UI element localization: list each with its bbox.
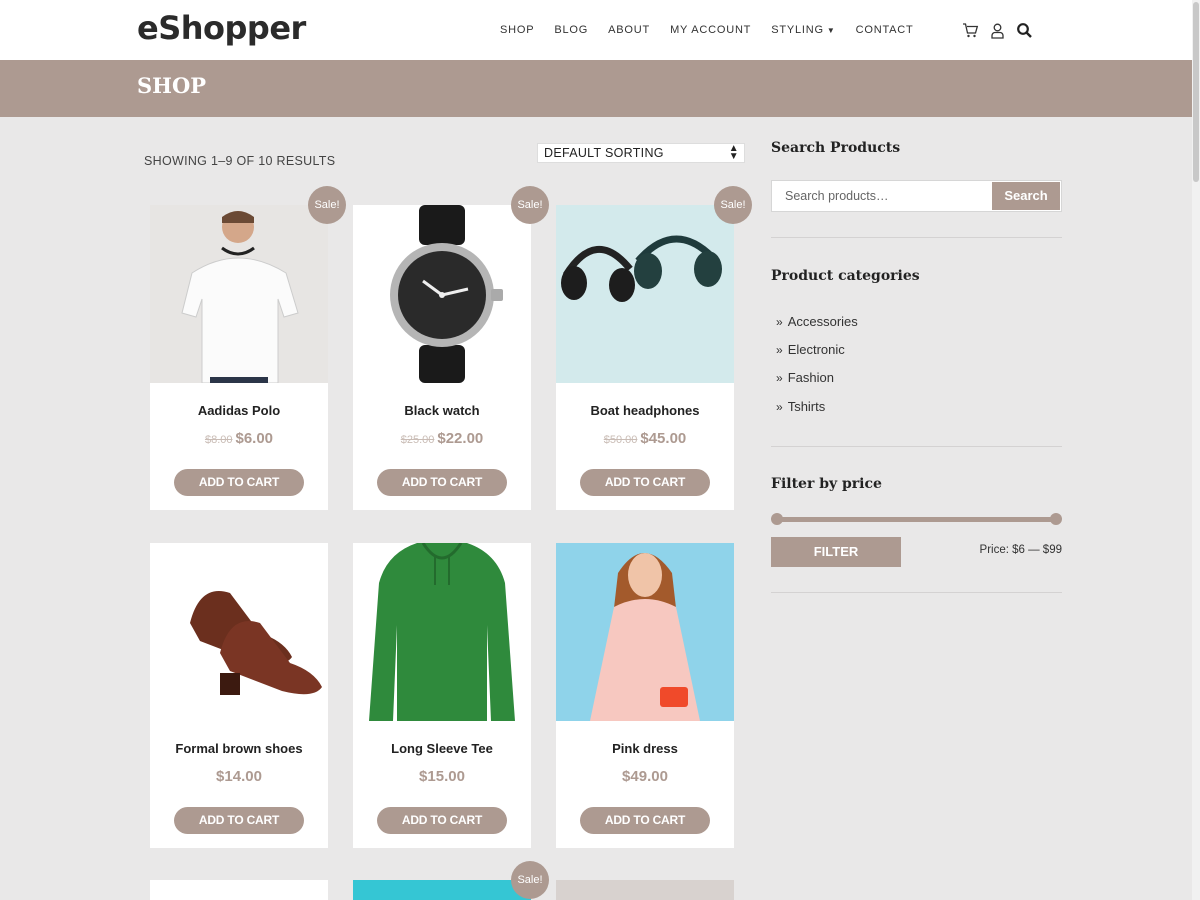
category-label: Tshirts	[787, 399, 826, 414]
sale-badge: Sale!	[511, 861, 549, 899]
price-slider-min-handle[interactable]	[771, 513, 783, 525]
price-slider-max-handle[interactable]	[1050, 513, 1062, 525]
product-price: $14.00	[150, 768, 328, 785]
nav-shop[interactable]: SHOP	[500, 24, 534, 36]
product-price: $8.00 $6.00	[150, 430, 328, 447]
old-price: $25.00	[400, 434, 435, 446]
product-name[interactable]: Pink dress	[556, 741, 734, 756]
add-to-cart-button[interactable]: ADD TO CART	[377, 807, 507, 834]
product-card[interactable]: Aadidas Polo $8.00 $6.00 ADD TO CART	[150, 205, 328, 510]
page-title: SHOP	[137, 73, 207, 98]
product-image[interactable]	[150, 205, 328, 383]
product-image[interactable]	[353, 205, 531, 383]
add-to-cart-button[interactable]: ADD TO CART	[174, 469, 304, 496]
old-price: $8.00	[204, 434, 233, 446]
add-to-cart-button[interactable]: ADD TO CART	[377, 469, 507, 496]
price-slider-track[interactable]	[777, 517, 1055, 522]
search-products-heading: Search Products	[771, 140, 901, 156]
product-name[interactable]: Long Sleeve Tee	[353, 741, 531, 756]
product-name[interactable]: Black watch	[353, 403, 531, 418]
product-image[interactable]	[150, 543, 328, 721]
user-icon[interactable]	[989, 22, 1006, 39]
header-icons	[962, 22, 1033, 39]
chevron-right-icon: »	[776, 315, 783, 329]
sale-badge: Sale!	[308, 186, 346, 224]
nav-my-account[interactable]: MY ACCOUNT	[670, 24, 751, 36]
current-price: $15.00	[419, 768, 465, 785]
product-card[interactable]: Pink dress $49.00 ADD TO CART	[556, 543, 734, 848]
product-categories-heading: Product categories	[771, 268, 920, 284]
current-price: $45.00	[640, 430, 687, 447]
product-card[interactable]	[556, 880, 734, 900]
product-price: $25.00 $22.00	[353, 430, 531, 447]
select-arrows-icon: ▲ ▼	[728, 143, 739, 162]
divider	[771, 237, 1062, 238]
category-label: Accessories	[787, 314, 858, 329]
nav-blog[interactable]: BLOG	[554, 24, 588, 36]
add-to-cart-button[interactable]: ADD TO CART	[580, 807, 710, 834]
product-price: $49.00	[556, 768, 734, 785]
search-icon[interactable]	[1016, 22, 1033, 39]
nav-styling-label: STYLING	[771, 24, 824, 36]
chevron-right-icon: »	[776, 343, 783, 357]
page-title-band: SHOP	[0, 60, 1200, 117]
category-label: Fashion	[787, 370, 834, 385]
current-price: $14.00	[216, 768, 262, 785]
search-input[interactable]: Search products…	[785, 189, 889, 203]
product-card[interactable]: Black watch $25.00 $22.00 ADD TO CART	[353, 205, 531, 510]
caret-down-icon: ▼	[826, 26, 836, 35]
current-price: $6.00	[235, 430, 274, 447]
sale-badge: Sale!	[714, 186, 752, 224]
site-logo[interactable]: eShopper	[137, 9, 306, 47]
add-to-cart-button[interactable]: ADD TO CART	[580, 469, 710, 496]
results-count: SHOWING 1–9 OF 10 RESULTS	[144, 154, 336, 168]
category-fashion[interactable]: » Fashion	[776, 370, 834, 385]
filter-button[interactable]: FILTER	[771, 537, 901, 567]
search-button[interactable]: Search	[992, 182, 1060, 210]
product-name[interactable]: Aadidas Polo	[150, 403, 328, 418]
sale-badge: Sale!	[511, 186, 549, 224]
price-range-label: Price: $6 — $99	[979, 544, 1062, 556]
product-image[interactable]	[556, 543, 734, 721]
chevron-right-icon: »	[776, 400, 783, 414]
filter-by-price-heading: Filter by price	[771, 476, 882, 492]
sorting-select[interactable]: DEFAULT SORTING ▲ ▼	[537, 143, 745, 163]
product-card[interactable]	[353, 880, 531, 900]
product-image[interactable]	[556, 205, 734, 383]
search-products-form: Search products… Search	[771, 180, 1062, 212]
product-card[interactable]	[150, 880, 328, 900]
product-name[interactable]: Boat headphones	[556, 403, 734, 418]
nav-about[interactable]: ABOUT	[608, 24, 650, 36]
old-price: $50.00	[603, 434, 638, 446]
product-name[interactable]: Formal brown shoes	[150, 741, 328, 756]
product-card[interactable]: Boat headphones $50.00 $45.00 ADD TO CART	[556, 205, 734, 510]
cart-icon[interactable]	[962, 22, 979, 39]
product-image[interactable]	[353, 543, 531, 721]
current-price: $22.00	[437, 430, 484, 447]
chevron-right-icon: »	[776, 371, 783, 385]
divider	[771, 446, 1062, 447]
current-price: $49.00	[622, 768, 668, 785]
category-electronic[interactable]: » Electronic	[776, 342, 845, 357]
site-header: eShopper SHOP BLOG ABOUT MY ACCOUNT STYL…	[0, 0, 1200, 60]
product-card[interactable]: Formal brown shoes $14.00 ADD TO CART	[150, 543, 328, 848]
category-tshirts[interactable]: » Tshirts	[776, 399, 825, 414]
divider	[771, 592, 1062, 593]
product-card[interactable]: Long Sleeve Tee $15.00 ADD TO CART	[353, 543, 531, 848]
category-accessories[interactable]: » Accessories	[776, 314, 858, 329]
nav-styling[interactable]: STYLING ▼	[771, 24, 835, 36]
nav-contact[interactable]: CONTACT	[856, 24, 914, 36]
scrollbar[interactable]	[1192, 0, 1200, 900]
main-nav: SHOP BLOG ABOUT MY ACCOUNT STYLING ▼ CONT…	[500, 24, 934, 36]
category-label: Electronic	[787, 342, 845, 357]
product-price: $15.00	[353, 768, 531, 785]
sorting-value: DEFAULT SORTING	[544, 146, 664, 160]
scrollbar-thumb[interactable]	[1193, 2, 1199, 182]
add-to-cart-button[interactable]: ADD TO CART	[174, 807, 304, 834]
product-price: $50.00 $45.00	[556, 430, 734, 447]
